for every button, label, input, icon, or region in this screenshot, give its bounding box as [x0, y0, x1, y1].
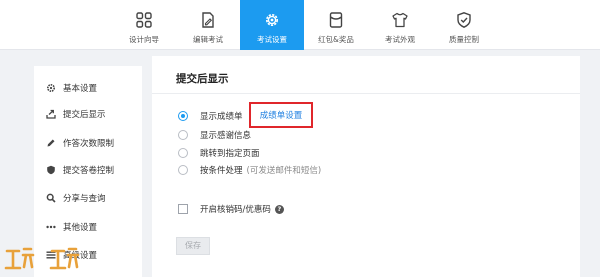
option-note: (可发送邮件和短信) — [246, 166, 322, 176]
radio-button[interactable] — [178, 165, 188, 175]
export-icon — [46, 109, 56, 119]
tab-label: 考试设置 — [257, 35, 287, 44]
checkbox-label: 开启核销码/优惠码 — [200, 205, 271, 215]
grid-icon — [136, 12, 152, 28]
sidebar-item-label: 作答次数限制 — [63, 139, 115, 149]
option-redirect-page[interactable]: 跳转到指定页面 — [178, 146, 260, 160]
option-label: 跳转到指定页面 — [200, 149, 260, 159]
watermark-logo — [4, 247, 80, 270]
gear-icon — [46, 83, 56, 93]
edit-document-icon — [202, 12, 214, 28]
sidebar-item-submit-control[interactable]: 提交答卷控制 — [34, 160, 142, 180]
save-button[interactable]: 保存 — [176, 237, 210, 255]
red-envelope-icon — [329, 12, 343, 28]
tab-red-envelope-prizes[interactable]: 红包&奖品 — [304, 0, 368, 50]
tab-label: 编辑考试 — [193, 35, 223, 44]
top-nav: 设计向导 编辑考试 考试设置 红包&奖品 考试外观 质量控制 — [0, 0, 600, 50]
option-show-score-report[interactable]: 显示成绩单 — [178, 109, 243, 123]
sidebar-item-after-submit[interactable]: 提交后显示 — [34, 104, 142, 124]
sidebar-item-share-query[interactable]: 分享与查询 — [34, 188, 142, 208]
sidebar-item-basic-settings[interactable]: 基本设置 — [34, 78, 142, 98]
sidebar-item-other-settings[interactable]: 其他设置 — [34, 217, 142, 237]
sidebar-item-label: 提交后显示 — [63, 110, 106, 120]
tab-label: 设计向导 — [129, 35, 159, 44]
tab-exam-appearance[interactable]: 考试外观 — [368, 0, 432, 50]
sidebar-item-label: 其他设置 — [63, 223, 98, 233]
shield-check-icon — [457, 12, 471, 28]
tab-exam-settings[interactable]: 考试设置 — [240, 0, 304, 50]
tab-label: 考试外观 — [385, 35, 415, 44]
shield-icon — [47, 165, 55, 175]
tab-design-wizard[interactable]: 设计向导 — [112, 0, 176, 50]
pencil-icon — [47, 139, 55, 147]
title-divider — [152, 93, 580, 94]
radio-button[interactable] — [178, 130, 188, 140]
tab-edit-exam[interactable]: 编辑考试 — [176, 0, 240, 50]
tshirt-icon — [392, 12, 408, 28]
sidebar-item-label: 基本设置 — [63, 84, 98, 94]
radio-button[interactable] — [178, 148, 188, 158]
option-label: 显示成绩单 — [200, 112, 243, 122]
link-label: 成绩单设置 — [259, 111, 303, 121]
after-submit-panel: 提交后显示 显示成绩单 成绩单设置 显示感谢信息 跳转到指定页面 按条件处理 (… — [152, 56, 580, 277]
more-icon — [46, 225, 56, 229]
page-title: 提交后显示 — [176, 73, 229, 85]
search-icon — [46, 193, 56, 203]
help-icon[interactable]: ? — [274, 204, 284, 214]
radio-button-checked[interactable] — [178, 111, 188, 121]
option-label: 显示感谢信息 — [200, 131, 252, 141]
tab-label: 质量控制 — [449, 35, 479, 44]
sidebar-item-label: 提交答卷控制 — [63, 166, 115, 176]
option-conditional[interactable]: 按条件处理 (可发送邮件和短信) — [178, 163, 321, 177]
gear-icon — [266, 14, 278, 26]
score-report-settings-link[interactable]: 成绩单设置 — [249, 102, 313, 128]
checkbox[interactable] — [178, 204, 188, 214]
coupon-code-toggle[interactable]: 开启核销码/优惠码 ? — [178, 202, 284, 216]
option-label: 按条件处理 — [200, 166, 243, 176]
tab-quality-control[interactable]: 质量控制 — [432, 0, 496, 50]
sidebar-item-label: 分享与查询 — [63, 194, 106, 204]
tab-label: 红包&奖品 — [318, 35, 354, 44]
sidebar-item-answer-limit[interactable]: 作答次数限制 — [34, 133, 142, 153]
option-show-thank-you[interactable]: 显示感谢信息 — [178, 128, 251, 142]
